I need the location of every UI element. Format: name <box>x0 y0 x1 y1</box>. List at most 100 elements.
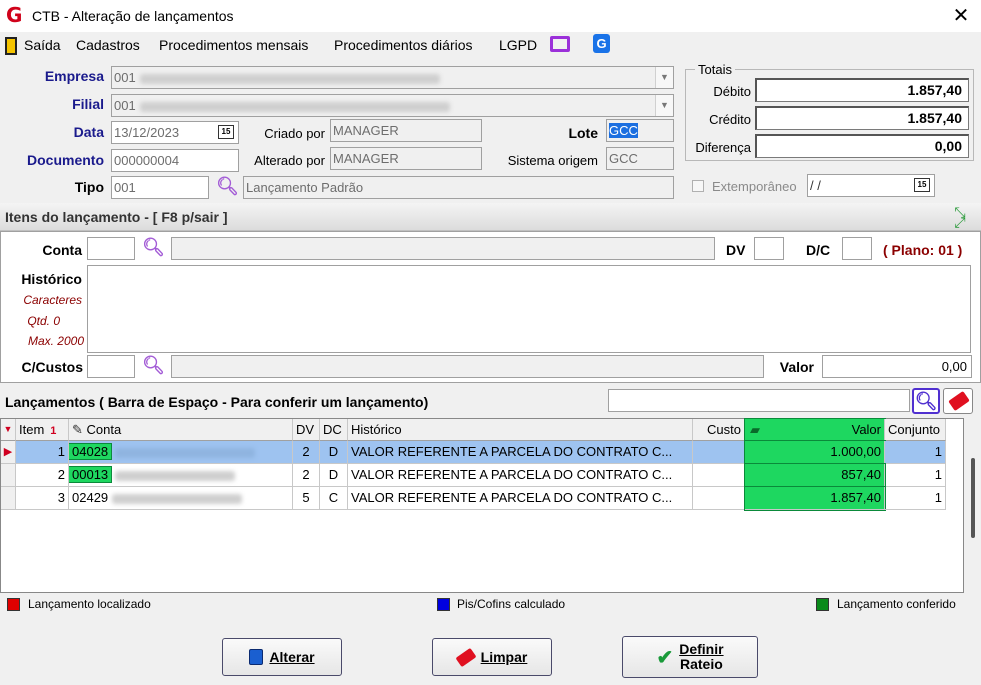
alterar-button[interactable]: Alterar <box>222 638 342 676</box>
col-dv[interactable]: DV <box>293 419 320 441</box>
documento-field[interactable]: 000000004 <box>111 149 239 172</box>
valor-label: Valor <box>779 359 814 375</box>
historico-textarea[interactable] <box>87 265 971 353</box>
legend-conferido-swatch <box>816 598 829 611</box>
table-row-dv[interactable]: 2 <box>293 441 320 464</box>
chevron-down-icon[interactable]: ▼ <box>655 67 673 88</box>
extemporaneo-checkbox[interactable] <box>692 180 704 192</box>
col-custo[interactable]: Custo <box>693 419 745 441</box>
legend-localizado-label: Lançamento localizado <box>28 597 151 611</box>
extemporaneo-date[interactable]: / / 15 <box>807 174 935 197</box>
table-row-conjunto[interactable]: 1 <box>885 441 946 464</box>
plano-label: ( Plano: 01 ) <box>883 242 963 258</box>
expand-icon[interactable]: ⤡ ⤢ <box>950 205 970 229</box>
search-icon[interactable]: 🔍︎ <box>216 176 239 197</box>
col-conta[interactable]: ✎ Conta <box>69 419 293 441</box>
menu-procedimentos-mensais[interactable]: Procedimentos mensais <box>159 37 308 53</box>
table-row-dc[interactable]: C <box>320 487 348 510</box>
table-row-dc[interactable]: D <box>320 441 348 464</box>
table-row-conjunto[interactable]: 1 <box>885 464 946 487</box>
table-row-custo[interactable] <box>693 487 745 510</box>
totais-title: Totais <box>695 62 735 77</box>
menu-bar: Saída Cadastros Procedimentos mensais Pr… <box>0 32 981 60</box>
edit-icon: ✎ <box>72 422 83 437</box>
sort-indicator-icon: ▼ <box>1 419 16 441</box>
lancamentos-search-input[interactable] <box>608 389 910 412</box>
definir-rateio-button[interactable]: ✔ Definir Rateio <box>622 636 758 678</box>
menu-saida[interactable]: Saída <box>24 37 61 53</box>
table-row-historico[interactable]: VALOR REFERENTE A PARCELA DO CONTRATO C.… <box>348 441 693 464</box>
eraser-button[interactable] <box>943 388 973 414</box>
calendar-icon[interactable]: 15 <box>218 125 234 139</box>
table-row-dc[interactable]: D <box>320 464 348 487</box>
brand-g-icon[interactable]: G <box>593 34 610 53</box>
table-row-conta[interactable]: 00013 <box>69 464 293 487</box>
search-icon[interactable]: 🔍︎ <box>142 237 165 258</box>
save-icon <box>249 649 264 665</box>
limpar-button[interactable]: Limpar <box>432 638 552 676</box>
col-conjunto[interactable]: Conjunto <box>885 419 946 441</box>
check-icon: ✔ <box>656 646 674 669</box>
legend-pis-label: Pis/Cofins calculado <box>457 597 566 611</box>
calendar-icon[interactable]: 15 <box>914 178 930 192</box>
table-row-conta[interactable]: 04028 <box>69 441 293 464</box>
menu-lgpd[interactable]: LGPD <box>499 37 537 53</box>
ccustos-input[interactable] <box>87 355 135 378</box>
table-row-valor[interactable]: 1.857,40 <box>744 486 886 511</box>
scrollbar-thumb[interactable] <box>971 458 975 538</box>
conta-code: 04028 <box>69 443 113 460</box>
conta-name-redacted <box>112 493 243 504</box>
monitor-icon[interactable] <box>550 36 570 52</box>
search-icon[interactable]: 🔍︎ <box>142 355 165 376</box>
debito-label: Débito <box>713 84 751 99</box>
valor-input[interactable]: 0,00 <box>822 355 972 378</box>
table-row-custo[interactable] <box>693 464 745 487</box>
table-row-item[interactable]: 1 <box>16 441 69 464</box>
search-button[interactable]: 🔍︎ <box>912 388 940 414</box>
conta-name-redacted <box>115 470 236 481</box>
chevron-down-icon[interactable]: ▼ <box>655 95 673 116</box>
col-dc[interactable]: DC <box>320 419 348 441</box>
conta-input[interactable] <box>87 237 135 260</box>
menu-cadastros[interactable]: Cadastros <box>76 37 140 53</box>
table-row-historico[interactable]: VALOR REFERENTE A PARCELA DO CONTRATO C.… <box>348 464 693 487</box>
data-field[interactable]: 13/12/2023 15 <box>111 121 239 144</box>
extemporaneo-date-value: / / <box>810 178 821 193</box>
vertical-scrollbar[interactable] <box>966 418 981 593</box>
close-icon[interactable]: ✕ <box>946 3 976 29</box>
data-value: 13/12/2023 <box>114 125 180 140</box>
col-item[interactable]: Item 1 <box>16 419 69 441</box>
sistema-origem-field: GCC <box>606 147 674 170</box>
menu-procedimentos-diarios[interactable]: Procedimentos diários <box>334 37 473 53</box>
empresa-label: Empresa <box>44 68 104 84</box>
table-row-custo[interactable] <box>693 441 745 464</box>
dc-input[interactable] <box>842 237 872 260</box>
table-row-conjunto[interactable]: 1 <box>885 487 946 510</box>
eraser-icon <box>948 390 970 412</box>
dv-input[interactable] <box>754 237 784 260</box>
documento-label: Documento <box>27 152 104 168</box>
tipo-field[interactable]: 001 <box>111 176 209 199</box>
table-row-dv[interactable]: 2 <box>293 464 320 487</box>
table-row-valor[interactable]: 1.000,00 <box>744 440 886 465</box>
filial-select[interactable]: 001 ▼ <box>111 94 674 117</box>
empresa-select[interactable]: 001 ▼ <box>111 66 674 89</box>
empresa-name-redacted <box>139 73 440 84</box>
row-indicator <box>1 464 16 487</box>
max-label: Max. 2000 <box>27 334 84 348</box>
col-valor-label: Valor <box>851 422 881 437</box>
table-row-valor[interactable]: 857,40 <box>744 463 886 488</box>
table-row-conta[interactable]: 02429 <box>69 487 293 510</box>
row-pointer-icon: ▶ <box>1 441 16 464</box>
col-item-label: Item <box>19 422 45 437</box>
table-row-dv[interactable]: 5 <box>293 487 320 510</box>
criado-field: MANAGER <box>330 119 482 142</box>
diferenca-label: Diferença <box>695 140 751 155</box>
col-valor[interactable]: ▰ Valor <box>744 418 886 442</box>
empresa-code: 001 <box>114 70 136 85</box>
table-row-item[interactable]: 3 <box>16 487 69 510</box>
extemporaneo-label: Extemporâneo <box>712 179 797 194</box>
table-row-historico[interactable]: VALOR REFERENTE A PARCELA DO CONTRATO C.… <box>348 487 693 510</box>
table-row-item[interactable]: 2 <box>16 464 69 487</box>
col-historico[interactable]: Histórico <box>348 419 693 441</box>
